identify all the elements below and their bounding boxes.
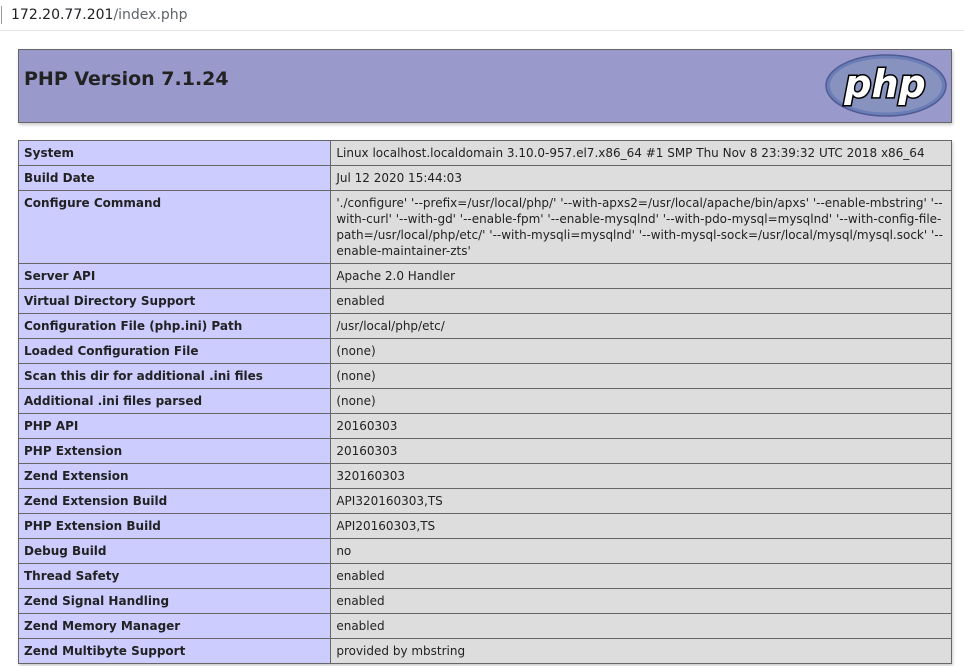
table-row: Zend Memory Manager enabled: [17, 613, 952, 639]
logo-text: php: [843, 62, 925, 106]
table-row: Configure Command './configure' '--prefix…: [17, 190, 952, 264]
row-value: (none): [330, 363, 952, 389]
row-label: Zend Signal Handling: [17, 588, 332, 614]
table-row: PHP API 20160303: [17, 413, 952, 439]
row-label: Additional .ini files parsed: [17, 388, 332, 414]
table-row: Loaded Configuration File (none): [17, 338, 952, 364]
row-value: no: [330, 538, 952, 564]
row-label: Configure Command: [17, 190, 332, 264]
row-value: /usr/local/php/etc/: [330, 313, 952, 339]
row-value: enabled: [330, 588, 952, 614]
row-label: Configuration File (php.ini) Path: [17, 313, 332, 339]
row-label: PHP Extension: [17, 438, 332, 464]
row-label: System: [17, 140, 332, 166]
row-value: './configure' '--prefix=/usr/local/php/'…: [330, 190, 952, 264]
table-row: Build Date Jul 12 2020 15:44:03: [17, 165, 952, 191]
row-label: Zend Extension Build: [17, 488, 332, 514]
row-value: enabled: [330, 563, 952, 589]
table-row: PHP Extension Build API20160303,TS: [17, 513, 952, 539]
row-value: (none): [330, 338, 952, 364]
row-value: API320160303,TS: [330, 488, 952, 514]
row-label: Debug Build: [17, 538, 332, 564]
url-path: /index.php: [113, 7, 188, 23]
row-label: Thread Safety: [17, 563, 332, 589]
text-cursor: [1, 6, 2, 24]
table-row: Server API Apache 2.0 Handler: [17, 263, 952, 289]
row-value: 320160303: [330, 463, 952, 489]
row-value: Apache 2.0 Handler: [330, 263, 952, 289]
row-value: Jul 12 2020 15:44:03: [330, 165, 952, 191]
table-row: System Linux localhost.localdomain 3.10.0…: [17, 140, 952, 166]
address-bar[interactable]: 172.20.77.201/index.php: [0, 0, 964, 31]
table-row: Zend Multibyte Support provided by mbstri…: [17, 638, 952, 664]
row-label: Virtual Directory Support: [17, 288, 332, 314]
row-label: Scan this dir for additional .ini files: [17, 363, 332, 389]
table-row: Debug Build no: [17, 538, 952, 564]
row-value: enabled: [330, 288, 952, 314]
php-info-table: System Linux localhost.localdomain 3.10.0…: [17, 140, 952, 664]
row-value: Linux localhost.localdomain 3.10.0-957.e…: [330, 140, 952, 166]
row-label: Zend Multibyte Support: [17, 638, 332, 664]
row-label: PHP Extension Build: [17, 513, 332, 539]
row-value: (none): [330, 388, 952, 414]
php-logo-icon[interactable]: php: [825, 54, 947, 117]
table-row: Zend Signal Handling enabled: [17, 588, 952, 614]
row-value: 20160303: [330, 438, 952, 464]
row-label: Server API: [17, 263, 332, 289]
table-row: Virtual Directory Support enabled: [17, 288, 952, 314]
page-title: PHP Version 7.1.24: [24, 68, 229, 90]
table-row: Zend Extension 320160303: [17, 463, 952, 489]
row-value: API20160303,TS: [330, 513, 952, 539]
row-value: provided by mbstring: [330, 638, 952, 664]
url-host: 172.20.77.201: [11, 7, 114, 23]
table-row: Zend Extension Build API320160303,TS: [17, 488, 952, 514]
row-label: Loaded Configuration File: [17, 338, 332, 364]
phpinfo-header: PHP Version 7.1.24 php: [18, 49, 952, 123]
table-row: Thread Safety enabled: [17, 563, 952, 589]
address-url[interactable]: 172.20.77.201/index.php: [11, 6, 188, 24]
row-label: Build Date: [17, 165, 332, 191]
row-value: enabled: [330, 613, 952, 639]
row-label: Zend Memory Manager: [17, 613, 332, 639]
table-row: Configuration File (php.ini) Path/usr/lo…: [17, 313, 952, 339]
table-row: Additional .ini files parsed (none): [17, 388, 952, 414]
table-row: Scan this dir for additional .ini files(…: [17, 363, 952, 389]
row-value: 20160303: [330, 413, 952, 439]
table-row: PHP Extension 20160303: [17, 438, 952, 464]
row-label: PHP API: [17, 413, 332, 439]
row-label: Zend Extension: [17, 463, 332, 489]
